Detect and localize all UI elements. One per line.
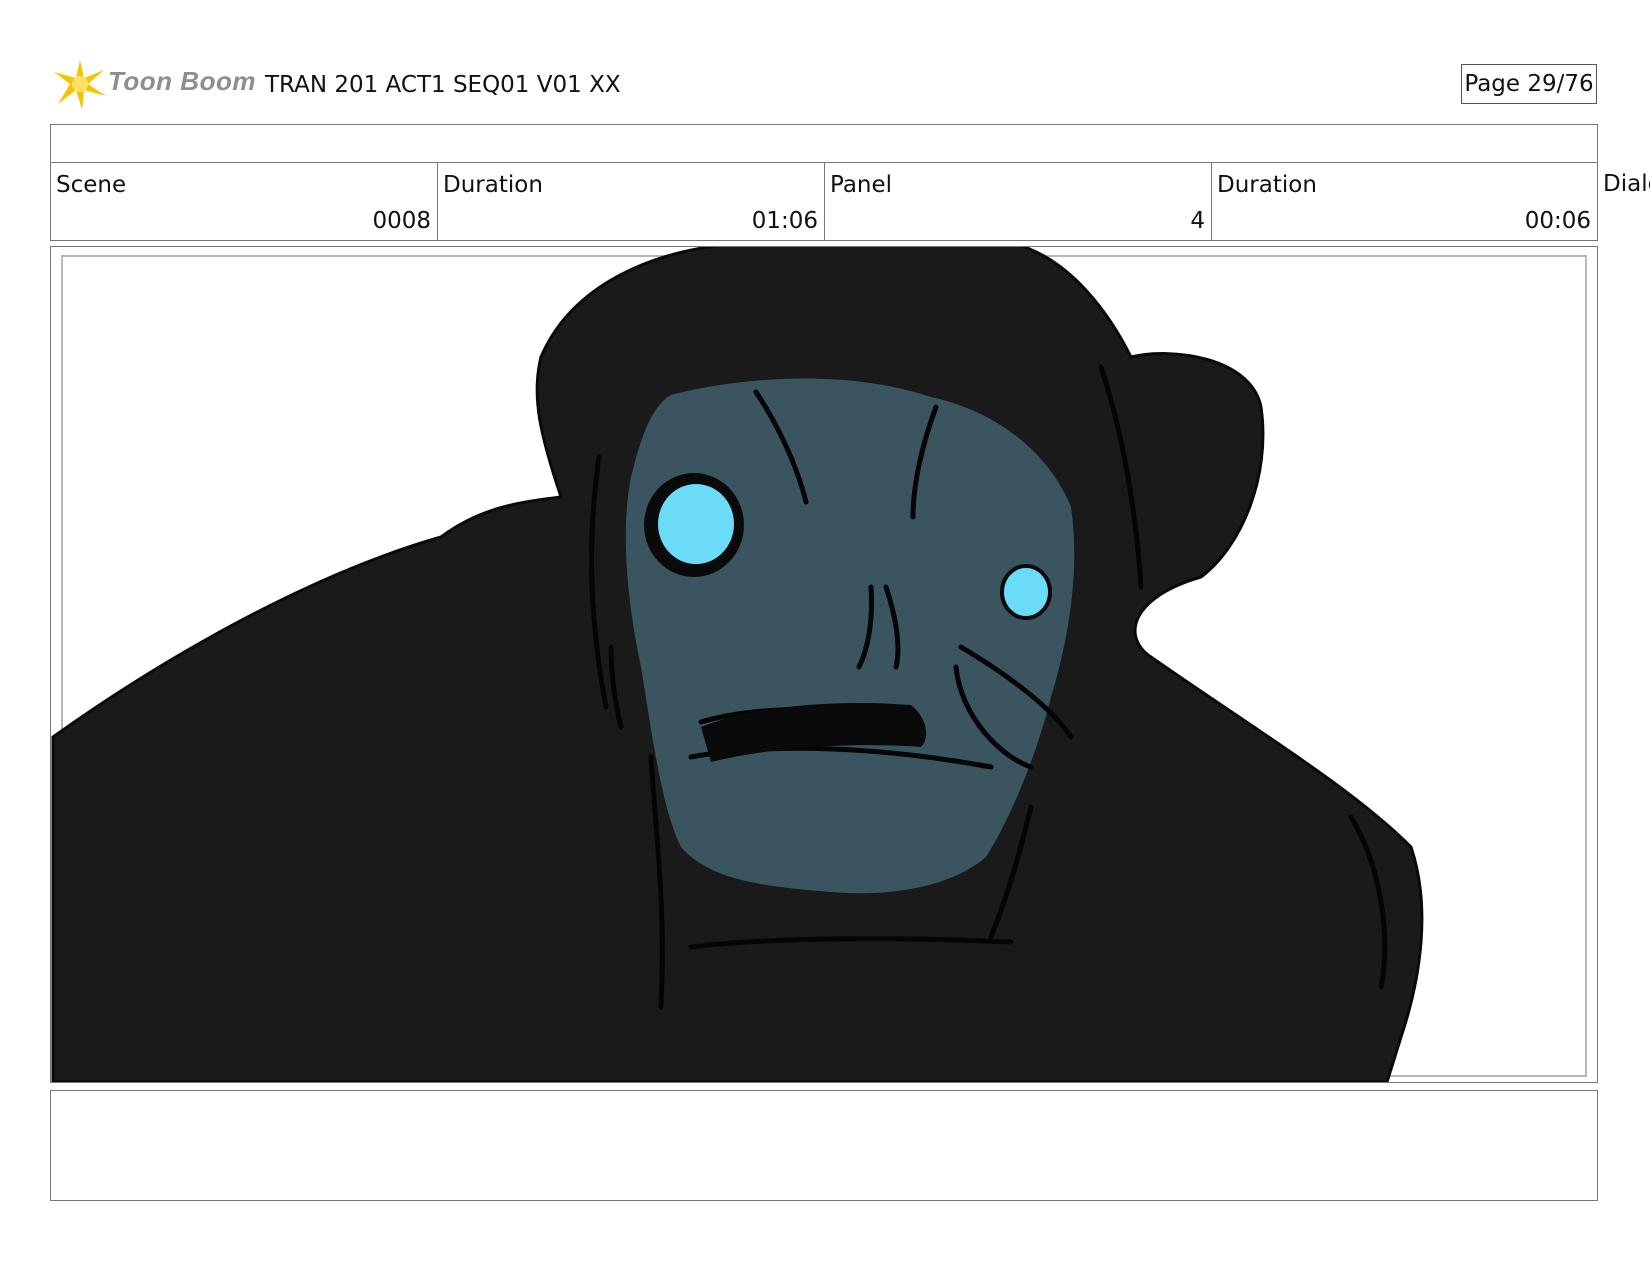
scene-value: 0008 — [372, 208, 431, 234]
scene-label: Scene — [56, 172, 127, 198]
document-title: TRAN 201 ACT1 SEQ01 V01 XX — [265, 72, 621, 98]
panel-info-row: Scene 0008 Duration 01:06 Panel 4 Durati… — [50, 162, 1598, 241]
panel-drawing — [51, 247, 1587, 1082]
creature-face — [625, 378, 1075, 894]
storyboard-panel — [50, 246, 1598, 1083]
panel-duration-cell: Duration 00:06 — [1212, 163, 1597, 240]
panel-cell: Panel 4 — [825, 163, 1212, 240]
logo-wordmark: Toon Boom — [108, 66, 256, 96]
panel-value: 4 — [1190, 208, 1205, 234]
toon-boom-logo: Toon Boom — [52, 56, 255, 112]
page-indicator: Page 29/76 — [1461, 64, 1597, 104]
scene-duration-label: Duration — [443, 172, 543, 198]
notes-box — [50, 1090, 1598, 1201]
scene-duration-cell: Duration 01:06 — [438, 163, 825, 240]
dialog-label-clipped: Dialo — [1603, 171, 1650, 197]
right-eye — [1000, 564, 1052, 620]
panel-duration-value: 00:06 — [1524, 208, 1591, 234]
scene-cell: Scene 0008 — [51, 163, 438, 240]
header-blank-band — [50, 124, 1598, 163]
panel-label: Panel — [830, 172, 893, 198]
left-eye — [654, 480, 738, 568]
starburst-icon — [54, 60, 106, 110]
panel-duration-label: Duration — [1217, 172, 1317, 198]
scene-duration-value: 01:06 — [751, 208, 818, 234]
